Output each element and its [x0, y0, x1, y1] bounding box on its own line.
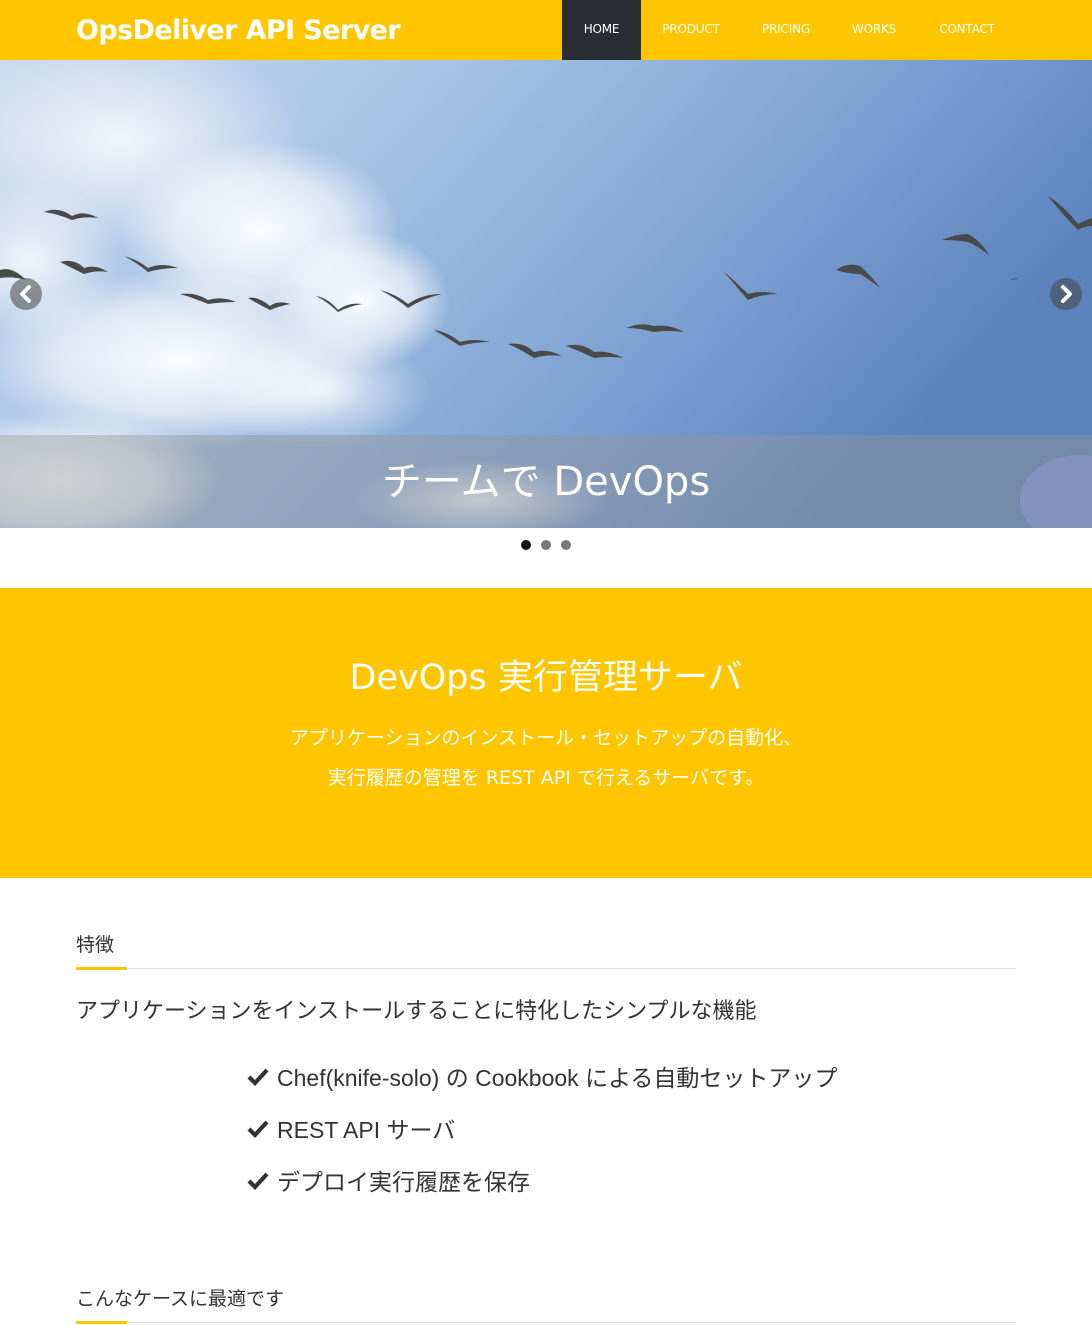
- cases-heading: こんなケースに最適です: [76, 1283, 1016, 1324]
- features-heading: 特徴: [76, 929, 1016, 970]
- features-heading-label: 特徴: [76, 934, 115, 956]
- navbar: OpsDeliver API Server HOME PRODUCT PRICI…: [0, 0, 1092, 60]
- nav-works[interactable]: WORKS: [831, 0, 917, 60]
- intro-section: DevOps 実行管理サーバ アプリケーションのインストール・セットアップの自動…: [0, 588, 1092, 878]
- feature-text: デプロイ実行履歴を保存: [277, 1169, 530, 1195]
- brand-logo[interactable]: OpsDeliver API Server: [76, 0, 401, 60]
- feature-text: REST API サーバ: [277, 1117, 456, 1143]
- carousel-dot-3[interactable]: [561, 540, 571, 550]
- carousel-dot-1[interactable]: [521, 540, 531, 550]
- carousel-next-button[interactable]: [1050, 278, 1082, 310]
- intro-title: DevOps 実行管理サーバ: [349, 658, 743, 698]
- carousel-dot-2[interactable]: [541, 540, 551, 550]
- list-item: REST API サーバ: [247, 1102, 837, 1154]
- chevron-left-icon: [20, 285, 31, 303]
- slide-caption: チームで DevOps: [381, 459, 711, 505]
- check-icon: [247, 1172, 269, 1190]
- heading-accent-underline: [76, 967, 127, 970]
- check-icon: [247, 1120, 269, 1138]
- main-nav: HOME PRODUCT PRICING WORKS CONTACT: [562, 0, 1017, 60]
- feature-text: Chef(knife-solo) の Cookbook による自動セットアップ: [277, 1065, 838, 1091]
- check-icon: [247, 1068, 269, 1086]
- nav-home[interactable]: HOME: [562, 0, 641, 60]
- list-item: Chef(knife-solo) の Cookbook による自動セットアップ: [247, 1050, 837, 1102]
- list-item: デプロイ実行履歴を保存: [247, 1154, 837, 1206]
- nav-product[interactable]: PRODUCT: [641, 0, 741, 60]
- feature-list: Chef(knife-solo) の Cookbook による自動セットアップ …: [247, 1050, 837, 1206]
- heading-accent-underline: [76, 1321, 127, 1324]
- nav-pricing[interactable]: PRICING: [741, 0, 831, 60]
- chevron-right-icon: [1061, 285, 1072, 303]
- hero-carousel: チームで DevOps: [0, 60, 1092, 528]
- intro-line-2: 実行履歴の管理を REST API で行えるサーバです。: [327, 767, 765, 789]
- nav-contact[interactable]: CONTACT: [917, 0, 1017, 60]
- intro-line-1: アプリケーションのインストール・セットアップの自動化、: [289, 727, 803, 749]
- cases-heading-label: こんなケースに最適です: [76, 1288, 285, 1310]
- carousel-indicators: [0, 540, 1092, 550]
- carousel-prev-button[interactable]: [10, 278, 42, 310]
- features-lead: アプリケーションをインストールすることに特化したシンプルな機能: [76, 999, 757, 1024]
